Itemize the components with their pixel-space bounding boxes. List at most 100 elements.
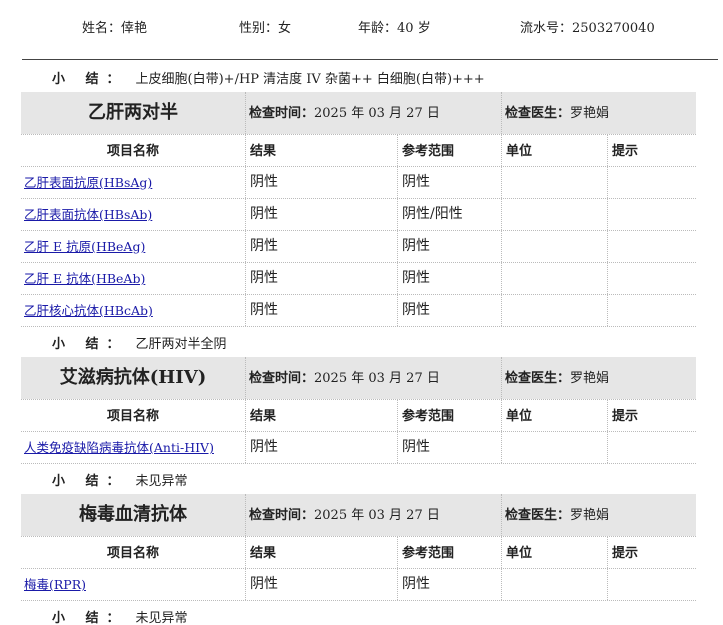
- summary-label: 小 结：: [52, 611, 128, 625]
- column-header-unit-text: 单位: [506, 408, 533, 423]
- column-header-hint: 提示: [607, 135, 697, 166]
- table-row: 乙肝核心抗体(HBcAb) 阴性 阴性: [21, 294, 696, 327]
- table-row: 乙肝表面抗体(HBsAb) 阴性 阴性/阳性: [21, 198, 696, 230]
- check-time-value: 2025 年 03 月 27 日: [314, 371, 440, 386]
- check-time: 检查时间：2025 年 03 月 27 日: [249, 92, 440, 134]
- hint-value: [608, 238, 612, 254]
- serial-number: 流水号：2503270040: [520, 17, 655, 36]
- summary-label: 小 结：: [52, 72, 128, 87]
- unit-value: [502, 439, 506, 455]
- hint-value: [608, 206, 612, 222]
- hint-cell: [607, 263, 697, 294]
- unit-cell: [501, 263, 608, 294]
- table-header-row: 项目名称 结果 参考范围 单位 提示: [21, 536, 696, 568]
- range-cell: 阴性: [397, 263, 502, 294]
- table-row: 乙肝 E 抗原(HBeAg) 阴性 阴性: [21, 230, 696, 262]
- hint-cell: [607, 569, 697, 600]
- top-summary: 小 结： 上皮细胞(白带)+/HP 清洁度 IV 杂菌++ 白细胞(白带)+++: [52, 68, 485, 87]
- result-value: 阴性: [250, 302, 278, 318]
- hint-cell: [607, 167, 697, 198]
- summary-label-text: 小 结：: [52, 611, 128, 625]
- column-header-range-text: 参考范围: [402, 545, 455, 560]
- column-header-result: 结果: [245, 400, 398, 431]
- item-name-link[interactable]: 人类免疫缺陷病毒抗体(Anti-HIV): [21, 440, 214, 455]
- summary-text: 乙肝两对半全阴: [135, 337, 227, 352]
- check-doctor-value: 罗艳娟: [570, 106, 610, 121]
- section-0: 乙肝两对半 检查时间：2025 年 03 月 27 日 检查医生：罗艳娟 项目名称 结果…: [21, 92, 696, 327]
- column-header-result-text: 结果: [250, 545, 277, 560]
- column-header-range: 参考范围: [397, 537, 502, 568]
- header-divider: [22, 59, 718, 60]
- range-value: 阴性: [402, 576, 430, 592]
- column-header-range-text: 参考范围: [402, 408, 455, 423]
- summary-label: 小 结：: [52, 337, 128, 352]
- column-header-hint: 提示: [607, 537, 697, 568]
- column-header-result: 结果: [245, 135, 398, 166]
- check-doctor-label: 检查医生：: [505, 105, 571, 120]
- section-2: 梅毒血清抗体 检查时间：2025 年 03 月 27 日 检查医生：罗艳娟 项目名称 结…: [21, 494, 696, 601]
- result-value: 阴性: [250, 238, 278, 254]
- gender-value: 女: [278, 21, 292, 36]
- result-value: 阴性: [250, 439, 278, 455]
- check-time-label: 检查时间：: [249, 507, 315, 522]
- serial-label: 流水号：: [520, 21, 573, 36]
- column-header-result-text: 结果: [250, 143, 277, 158]
- range-cell: 阴性: [397, 167, 502, 198]
- hint-value: [608, 302, 612, 318]
- range-value: 阴性: [402, 302, 430, 318]
- hint-value: [608, 439, 612, 455]
- item-name-link[interactable]: 乙肝表面抗原(HBsAg): [21, 175, 152, 190]
- hint-cell: [607, 231, 697, 262]
- item-name-cell: 乙肝核心抗体(HBcAb): [21, 295, 245, 326]
- hint-cell: [607, 432, 697, 463]
- column-header-unit-text: 单位: [506, 143, 533, 158]
- range-value: 阴性: [402, 174, 430, 190]
- unit-cell: [501, 167, 608, 198]
- serial-value: 2503270040: [572, 21, 655, 36]
- column-header-range: 参考范围: [397, 135, 502, 166]
- check-doctor: 检查医生：罗艳娟: [505, 494, 609, 536]
- item-name-link[interactable]: 乙肝 E 抗体(HBeAb): [21, 271, 145, 286]
- range-cell: 阴性/阳性: [397, 199, 502, 230]
- unit-cell: [501, 199, 608, 230]
- table-header-row: 项目名称 结果 参考范围 单位 提示: [21, 399, 696, 431]
- column-header-item: 项目名称: [106, 545, 159, 560]
- item-name-cell: 梅毒(RPR): [21, 569, 245, 600]
- hint-value: [608, 576, 612, 592]
- item-name-cell: 乙肝 E 抗体(HBeAb): [21, 263, 245, 294]
- summary-label: 小 结：: [52, 474, 128, 489]
- table-header-row: 项目名称 结果 参考范围 单位 提示: [21, 134, 696, 166]
- gender-label: 性别：: [239, 21, 279, 36]
- item-name-link[interactable]: 梅毒(RPR): [21, 577, 86, 592]
- column-divider: [501, 357, 502, 399]
- column-header-unit: 单位: [501, 537, 608, 568]
- item-name-link[interactable]: 乙肝表面抗体(HBsAb): [21, 207, 152, 222]
- range-value: 阴性/阳性: [402, 206, 463, 222]
- range-cell: 阴性: [397, 569, 502, 600]
- section-summary: 小 结： 未见异常: [52, 470, 188, 489]
- summary-text: 上皮细胞(白带)+/HP 清洁度 IV 杂菌++ 白细胞(白带)+++: [135, 72, 485, 87]
- summary-label-text: 小 结：: [52, 337, 128, 352]
- section-title-row: 艾滋病抗体(HIV) 检查时间：2025 年 03 月 27 日 检查医生：罗艳娟: [21, 357, 696, 399]
- unit-value: [502, 174, 506, 190]
- summary-text: 未见异常: [135, 474, 188, 489]
- check-time-value: 2025 年 03 月 27 日: [314, 508, 440, 523]
- column-header-hint-text: 提示: [612, 545, 639, 560]
- item-name-link[interactable]: 乙肝核心抗体(HBcAb): [21, 303, 153, 318]
- item-name-cell: 乙肝表面抗体(HBsAb): [21, 199, 245, 230]
- hint-value: [608, 270, 612, 286]
- check-doctor-label: 检查医生：: [505, 370, 571, 385]
- check-time: 检查时间：2025 年 03 月 27 日: [249, 357, 440, 399]
- summary-label-text: 小 结：: [52, 72, 128, 87]
- range-cell: 阴性: [397, 432, 502, 463]
- result-cell: 阴性: [245, 295, 398, 326]
- result-value: 阴性: [250, 270, 278, 286]
- hint-cell: [607, 199, 697, 230]
- unit-value: [502, 238, 506, 254]
- column-divider: [245, 357, 246, 399]
- column-divider: [501, 494, 502, 536]
- item-name-link[interactable]: 乙肝 E 抗原(HBeAg): [21, 239, 145, 254]
- column-header-item: 项目名称: [106, 143, 159, 158]
- section-summary: 小 结： 未见异常: [52, 607, 188, 625]
- table-row: 乙肝表面抗原(HBsAg) 阴性 阴性: [21, 166, 696, 198]
